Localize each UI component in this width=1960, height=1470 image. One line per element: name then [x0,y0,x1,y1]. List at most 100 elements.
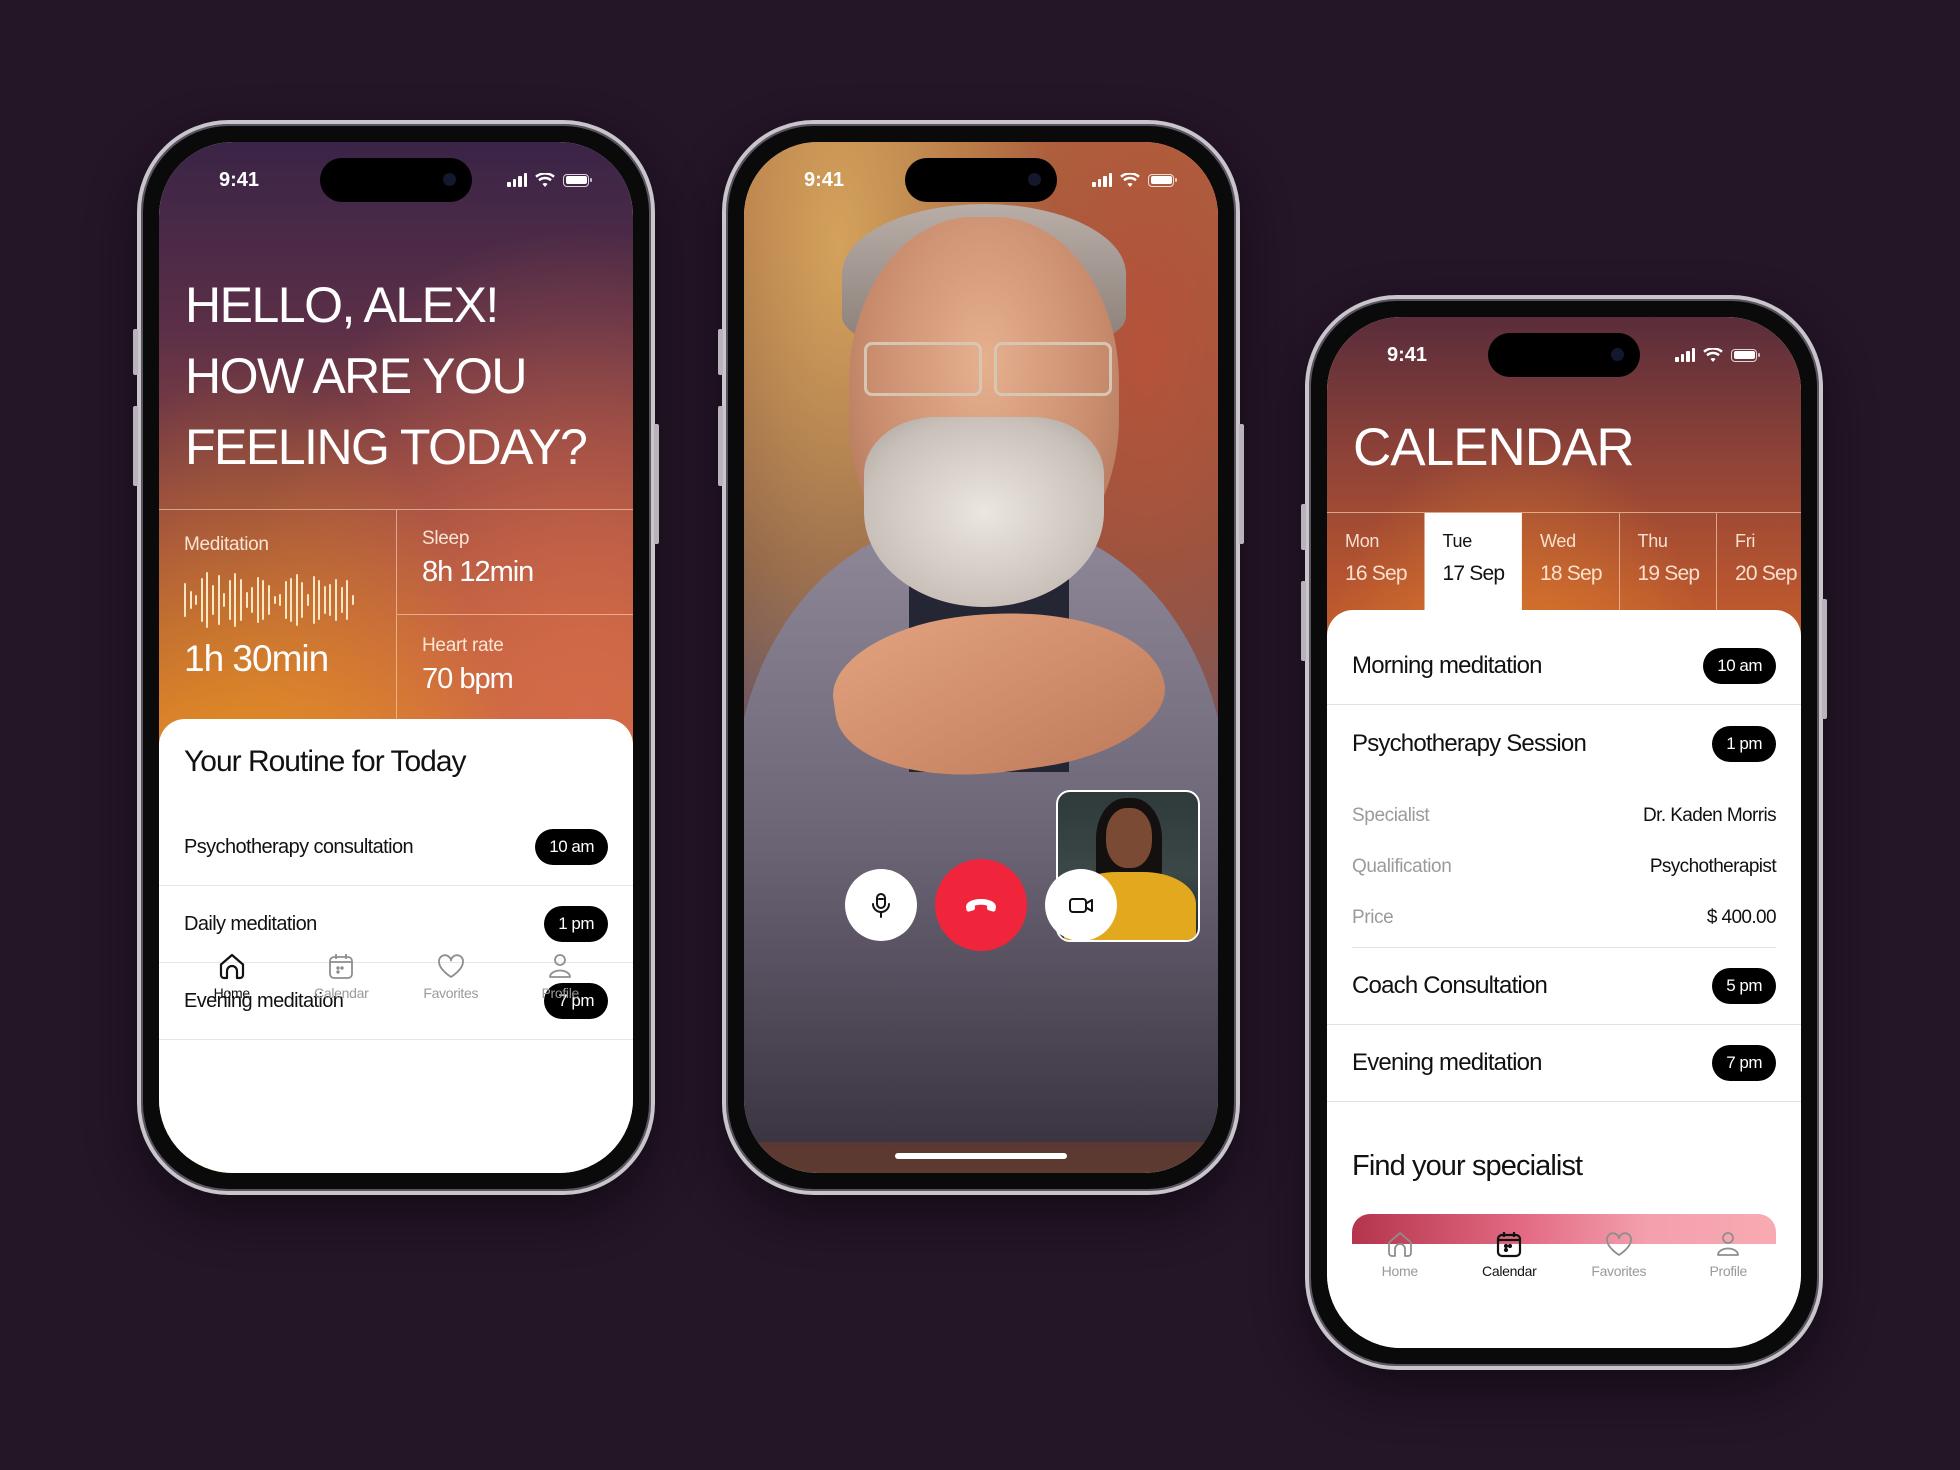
tab-label: Profile [541,985,580,1001]
phone-hangup-icon [966,899,996,912]
tab-calendar[interactable]: Calendar [291,950,391,1001]
day-name: Mon [1345,531,1380,551]
waveform-bar [228,580,231,620]
wifi-icon [1120,172,1140,187]
day-fri[interactable]: Fri 20 Sep [1717,513,1801,610]
tab-label: Home [1381,1263,1418,1279]
mute-button[interactable] [845,869,917,941]
dynamic-island [1488,333,1640,377]
greeting-heading: HELLO, ALEX! HOW ARE YOU FEELING TODAY? [185,270,588,483]
end-call-button[interactable] [935,859,1027,951]
calendar-icon [329,954,354,979]
tab-label: Home [213,985,250,1001]
meditation-label: Meditation [184,534,269,555]
day-date: 16 Sep [1345,562,1408,585]
signal-icon [1675,348,1695,362]
side-button [1239,424,1244,544]
microphone-icon [872,893,890,918]
waveform-bar [234,573,237,627]
waveform-bar [273,596,276,604]
day-wed[interactable]: Wed 18 Sep [1522,513,1620,610]
audio-waveform-icon [184,572,396,628]
dynamic-island [320,158,472,202]
day-date: 17 Sep [1442,562,1506,585]
event-label: Coach Consultation [1352,972,1548,999]
wifi-icon [535,172,555,187]
greeting-line: HOW ARE YOU [185,348,527,404]
phone-calendar-screen: 9:41 CALENDAR Mon 16 Sep Tue 17 Sep Wed … [1301,295,1827,1370]
tab-calendar[interactable]: Calendar [1459,1228,1559,1279]
side-button [654,424,659,544]
sleep-label: Sleep [422,528,470,549]
sleep-value: 8h 12min [422,556,534,588]
day-selector: Mon 16 Sep Tue 17 Sep Wed 18 Sep Thu 19 … [1327,512,1801,610]
waveform-bar [279,594,282,606]
video-toggle-button[interactable] [1045,869,1117,941]
user-icon [549,954,572,978]
home-indicator[interactable] [895,1153,1067,1159]
side-button [1822,599,1827,719]
detail-key: Price [1352,906,1394,928]
calendar-icon [1497,1232,1522,1258]
heart-icon [1605,1232,1632,1256]
phone-home-screen: 9:41 HELLO, ALEX! HOW ARE YOU FEELING TO… [133,120,659,1195]
waveform-bar [189,591,192,609]
waveform-bar [256,577,259,623]
event-item[interactable]: Morning meditation 10 am [1327,628,1801,705]
sleep-stat[interactable]: Sleep 8h 12min [397,510,633,615]
tab-label: Favorites [423,985,479,1001]
camera [1611,348,1624,361]
day-mon[interactable]: Mon 16 Sep [1327,513,1425,610]
heart-rate-stat[interactable]: Heart rate 70 bpm [397,615,633,720]
day-tue-selected[interactable]: Tue 17 Sep [1424,513,1522,610]
waveform-bar [295,574,298,626]
tab-profile[interactable]: Profile [1678,1228,1778,1279]
battery-icon [1148,173,1177,187]
tab-profile[interactable]: Profile [510,950,610,1001]
event-item-expanded[interactable]: Psychotherapy Session 1 pm [1327,705,1801,782]
video-camera-icon [1069,898,1093,913]
event-item[interactable]: Coach Consultation 5 pm [1327,948,1801,1025]
event-item[interactable]: Evening meditation 7 pm [1327,1025,1801,1102]
dynamic-island [905,158,1057,202]
screen: 9:41 CALENDAR Mon 16 Sep Tue 17 Sep Wed … [1327,317,1801,1348]
call-controls [744,859,1218,951]
waveform-bar [346,580,349,620]
routine-item-label: Daily meditation [184,912,317,935]
detail-value: $ 400.00 [1706,906,1777,928]
greeting-line: FEELING TODAY? [185,419,588,475]
meditation-value: 1h 30min [184,638,329,679]
day-name: Tue [1442,531,1473,551]
screen: 9:41 HELLO, ALEX! HOW ARE YOU FEELING TO… [159,142,633,1173]
heart-rate-value: 70 bpm [422,663,514,695]
time-badge: 1 pm [1712,725,1776,762]
tab-favorites[interactable]: Favorites [1569,1228,1669,1279]
waveform-bar [239,579,242,621]
status-time: 9:41 [1387,343,1428,366]
time-badge: 5 pm [1712,968,1776,1004]
time-badge: 10 am [535,829,608,865]
stats-grid: Meditation 1h 30min Sleep 8h 12min Heart… [159,509,633,719]
greeting-line: HELLO, ALEX! [185,277,499,333]
waveform-bar [284,581,287,619]
waveform-bar [223,593,226,607]
meditation-stat[interactable]: Meditation 1h 30min [159,510,397,719]
tab-favorites[interactable]: Favorites [401,950,501,1001]
routine-item[interactable]: Psychotherapy consultation 10 am [159,809,633,886]
status-time: 9:41 [219,168,260,191]
detail-key: Qualification [1352,855,1452,877]
screen: 9:41 [744,142,1218,1173]
user-icon [1717,1232,1740,1256]
event-label: Psychotherapy Session [1352,729,1587,757]
waveform-bar [318,580,321,620]
detail-value: Dr. Kaden Morris [1643,804,1777,826]
detail-row: Specialist Dr. Kaden Morris [1352,790,1777,841]
section-title: Find your specialist [1352,1150,1583,1182]
tab-home[interactable]: Home [182,950,282,1001]
tab-home[interactable]: Home [1350,1228,1450,1279]
signal-icon [507,173,527,187]
event-label: Evening meditation [1352,1049,1543,1076]
home-icon [1387,1232,1412,1257]
camera [1028,173,1041,186]
day-thu[interactable]: Thu 19 Sep [1620,513,1717,610]
